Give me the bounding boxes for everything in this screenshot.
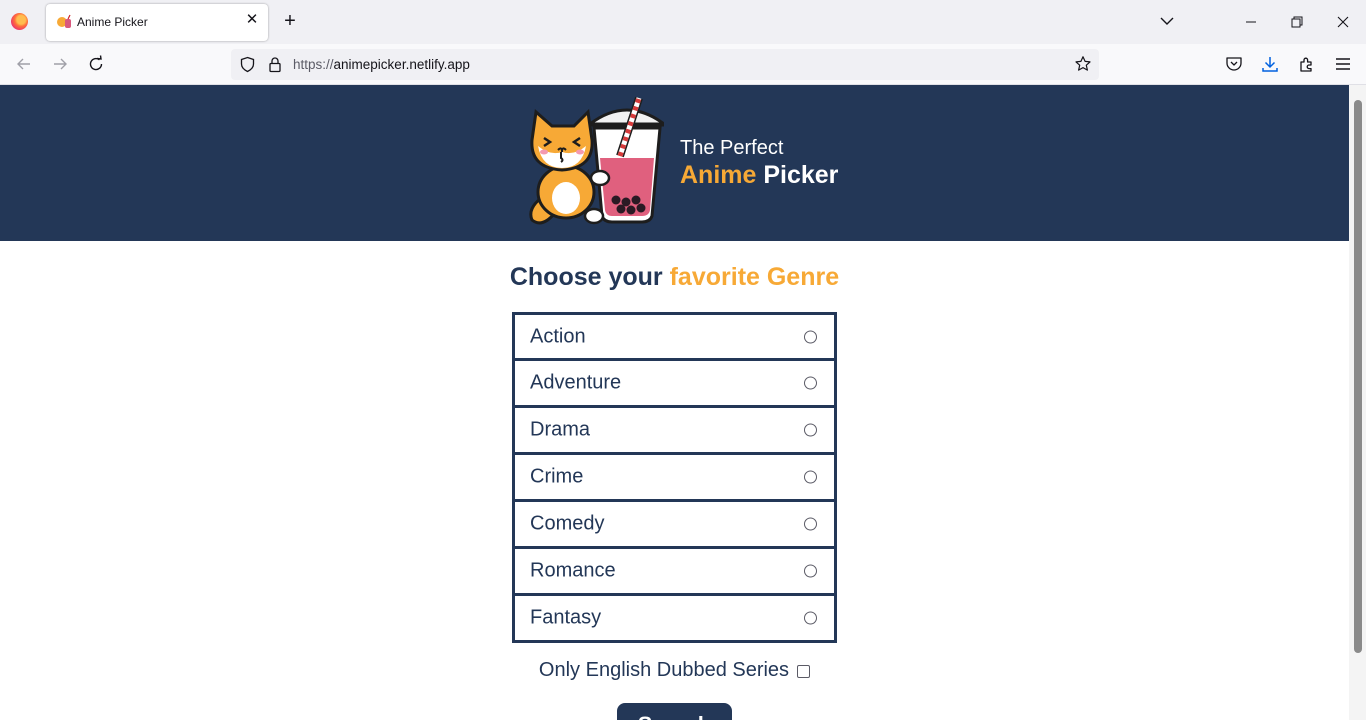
tracking-protection-shield-icon[interactable] — [239, 56, 256, 73]
hamburger-menu-icon[interactable] — [1333, 54, 1353, 74]
url-host: animepicker.netlify.app — [333, 57, 470, 72]
genre-radio-button[interactable] — [804, 470, 817, 484]
firefox-logo-icon[interactable] — [11, 13, 28, 30]
genre-heading: Choose your favorite Genre — [0, 263, 1349, 292]
genre-radio-button[interactable] — [804, 517, 817, 531]
url-scheme: https:// — [293, 57, 334, 72]
browser-navigation-bar: https://animepicker.netlify.app — [0, 44, 1366, 85]
genre-heading-text: Choose your — [509, 263, 670, 291]
hero-title-rest: Picker — [756, 161, 839, 189]
genre-radio-button[interactable] — [804, 564, 817, 578]
padlock-icon[interactable] — [267, 56, 283, 73]
genre-option-label: Action — [530, 325, 586, 347]
hero-tagline: The Perfect — [680, 137, 784, 159]
genre-option[interactable]: Adventure — [512, 361, 837, 408]
genre-option-label: Drama — [530, 418, 591, 441]
search-button[interactable]: Search — [617, 703, 732, 720]
window-close-icon[interactable] — [1333, 12, 1353, 32]
bookmark-star-icon[interactable] — [1074, 55, 1092, 73]
downloads-arrow-icon[interactable] — [1260, 54, 1280, 74]
genre-option-label: Crime — [530, 465, 584, 488]
genre-radio-button[interactable] — [804, 330, 817, 343]
genre-option-label: Fantasy — [530, 606, 602, 629]
genre-option[interactable]: Action — [512, 312, 837, 361]
new-tab-plus-icon[interactable]: + — [280, 11, 300, 32]
window-minimize-icon[interactable] — [1241, 12, 1261, 32]
english-dub-filter: Only English Dubbed Series — [0, 659, 1349, 682]
genre-heading-accent: favorite Genre — [669, 263, 840, 291]
genre-option[interactable]: Drama — [512, 408, 837, 455]
site-header-banner: The Perfect Anime Picker — [0, 85, 1349, 241]
hero-title: Anime Picker — [680, 161, 838, 190]
genre-radio-button[interactable] — [804, 611, 817, 625]
hero-title-accent: Anime — [680, 161, 757, 189]
tab-title: Anime Picker — [77, 15, 148, 29]
list-all-tabs-chevron-icon[interactable] — [1158, 12, 1176, 30]
genre-radio-button[interactable] — [804, 423, 817, 437]
forward-arrow-icon[interactable] — [50, 54, 70, 74]
address-bar[interactable]: https://animepicker.netlify.app — [231, 49, 1099, 80]
cat-bubble-tea-logo — [529, 96, 664, 225]
tab-close-icon[interactable]: ✕ — [244, 12, 260, 28]
english-dub-checkbox[interactable] — [797, 665, 811, 678]
browser-tab-active[interactable]: Anime Picker ✕ — [46, 4, 268, 41]
page-viewport: The Perfect Anime Picker Choose your fav… — [0, 85, 1366, 720]
reload-icon[interactable] — [86, 54, 106, 74]
genre-option-label: Romance — [530, 559, 616, 582]
genre-option-list: Action Adventure Drama Crime Comedy Roma… — [512, 312, 837, 643]
window-restore-icon[interactable] — [1287, 12, 1307, 32]
genre-option[interactable]: Comedy — [512, 502, 837, 549]
pocket-icon[interactable] — [1224, 54, 1244, 74]
page-scrollbar[interactable] — [1349, 85, 1366, 720]
genre-option-label: Comedy — [530, 512, 605, 535]
genre-option[interactable]: Romance — [512, 549, 837, 596]
genre-option[interactable]: Fantasy — [512, 596, 837, 643]
url-text[interactable]: https://animepicker.netlify.app — [293, 57, 470, 72]
genre-option[interactable]: Crime — [512, 455, 837, 502]
english-dub-label[interactable]: Only English Dubbed Series — [539, 659, 789, 681]
scrollbar-thumb[interactable] — [1354, 100, 1362, 653]
genre-option-label: Adventure — [530, 371, 622, 394]
extensions-puzzle-icon[interactable] — [1297, 54, 1317, 74]
back-arrow-icon[interactable] — [14, 54, 34, 74]
anime-picker-favicon-icon — [57, 14, 71, 28]
browser-tab-bar: Anime Picker ✕ + — [0, 0, 1366, 44]
genre-radio-button[interactable] — [804, 376, 817, 390]
